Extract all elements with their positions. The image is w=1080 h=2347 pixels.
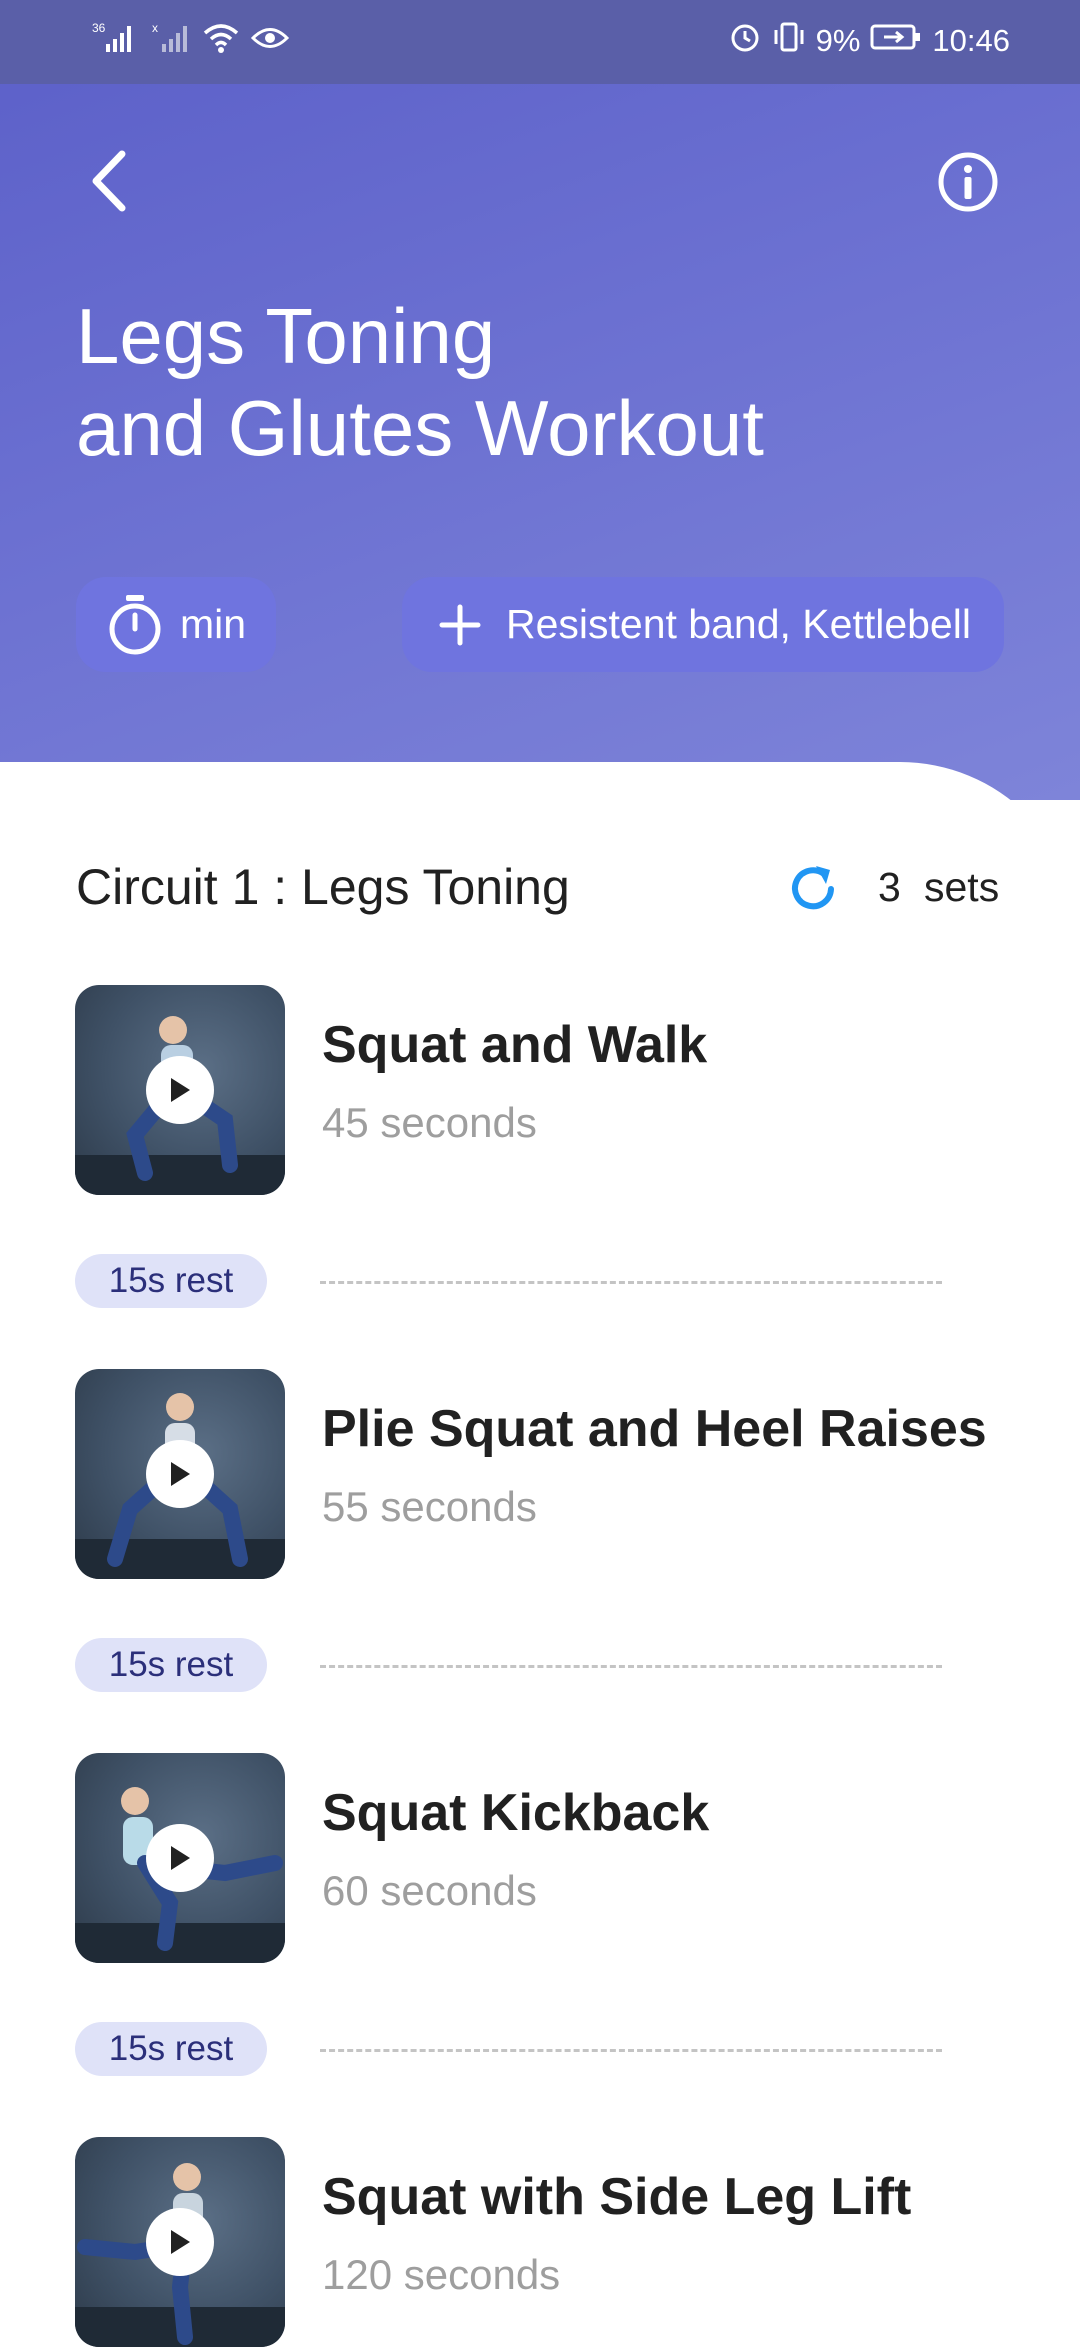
info-button[interactable] <box>936 150 1000 214</box>
workout-title: Legs Toning and Glutes Workout <box>76 292 764 472</box>
plus-icon <box>438 603 482 647</box>
sets-count: 3 <box>878 864 901 910</box>
repeat-icon <box>786 862 840 916</box>
exercise-name: Squat Kickback <box>322 1784 710 1842</box>
wifi-icon <box>202 21 240 63</box>
play-icon <box>171 1078 190 1102</box>
status-left: 36 x <box>92 20 290 64</box>
play-icon <box>171 1462 190 1486</box>
back-button[interactable] <box>82 146 142 216</box>
clock: 10:46 <box>932 23 1010 58</box>
rest-row: 15s rest <box>0 1254 1080 1310</box>
duration-label: min <box>180 601 247 647</box>
play-button[interactable] <box>146 2208 214 2276</box>
eye-icon <box>250 23 290 61</box>
alarm-icon <box>728 20 762 62</box>
rest-badge: 15s rest <box>75 1638 267 1692</box>
rest-divider <box>320 2049 942 2052</box>
exercise-thumbnail[interactable] <box>75 1369 285 1579</box>
status-right: 9% 10:46 <box>728 20 1010 62</box>
rest-badge: 15s rest <box>75 1254 267 1308</box>
exercise-name: Squat and Walk <box>322 1016 708 1074</box>
circuit-title: Circuit 1 : Legs Toning <box>76 859 570 915</box>
sets-label: sets <box>924 864 1000 910</box>
equipment-pill: Resistent band, Kettlebell <box>402 577 1004 672</box>
exercise-duration: 60 seconds <box>322 1867 537 1914</box>
exercise-name: Plie Squat and Heel Raises <box>322 1400 987 1458</box>
exercise-duration: 120 seconds <box>322 2251 561 2298</box>
exercise-thumbnail[interactable] <box>75 2137 285 2347</box>
equipment-label: Resistent band, Kettlebell <box>506 601 971 647</box>
rest-divider <box>320 1665 942 1668</box>
rest-row: 15s rest <box>0 2022 1080 2078</box>
vibrate-icon <box>772 20 806 62</box>
svg-text:x: x <box>152 21 158 35</box>
rest-badge: 15s rest <box>75 2022 267 2076</box>
exercise-thumbnail[interactable] <box>75 1753 285 1963</box>
exercise-thumbnail[interactable] <box>75 985 285 1195</box>
battery-percent: 9% <box>815 23 861 58</box>
play-button[interactable] <box>146 1440 214 1508</box>
exercise-item[interactable]: Squat and Walk 45 seconds <box>0 985 1080 1195</box>
status-bar: 36 x 9% 10:46 <box>0 0 1080 84</box>
signal-icon: 36 <box>92 20 142 64</box>
exercise-duration: 55 seconds <box>322 1483 537 1530</box>
play-icon <box>171 1846 190 1870</box>
exercise-item[interactable]: Squat Kickback 60 seconds <box>0 1753 1080 1963</box>
timer-icon <box>106 593 164 657</box>
exercise-item[interactable]: Squat with Side Leg Lift 120 seconds <box>0 2137 1080 2347</box>
signal-2-icon: x <box>152 20 192 64</box>
svg-text:36: 36 <box>92 21 106 35</box>
rest-row: 15s rest <box>0 1638 1080 1694</box>
rest-divider <box>320 1281 942 1284</box>
exercise-duration: 45 seconds <box>322 1099 537 1146</box>
play-icon <box>171 2230 190 2254</box>
info-icon <box>938 152 998 212</box>
play-button[interactable] <box>146 1824 214 1892</box>
workout-header: 36 x 9% 10:46 Legs Toning and Glutes Wor… <box>0 0 1080 800</box>
duration-pill: min <box>76 577 276 672</box>
battery-icon <box>870 22 922 60</box>
play-button[interactable] <box>146 1056 214 1124</box>
exercise-name: Squat with Side Leg Lift <box>322 2168 912 2226</box>
back-icon <box>92 150 126 212</box>
exercise-item[interactable]: Plie Squat and Heel Raises 55 seconds <box>0 1369 1080 1579</box>
